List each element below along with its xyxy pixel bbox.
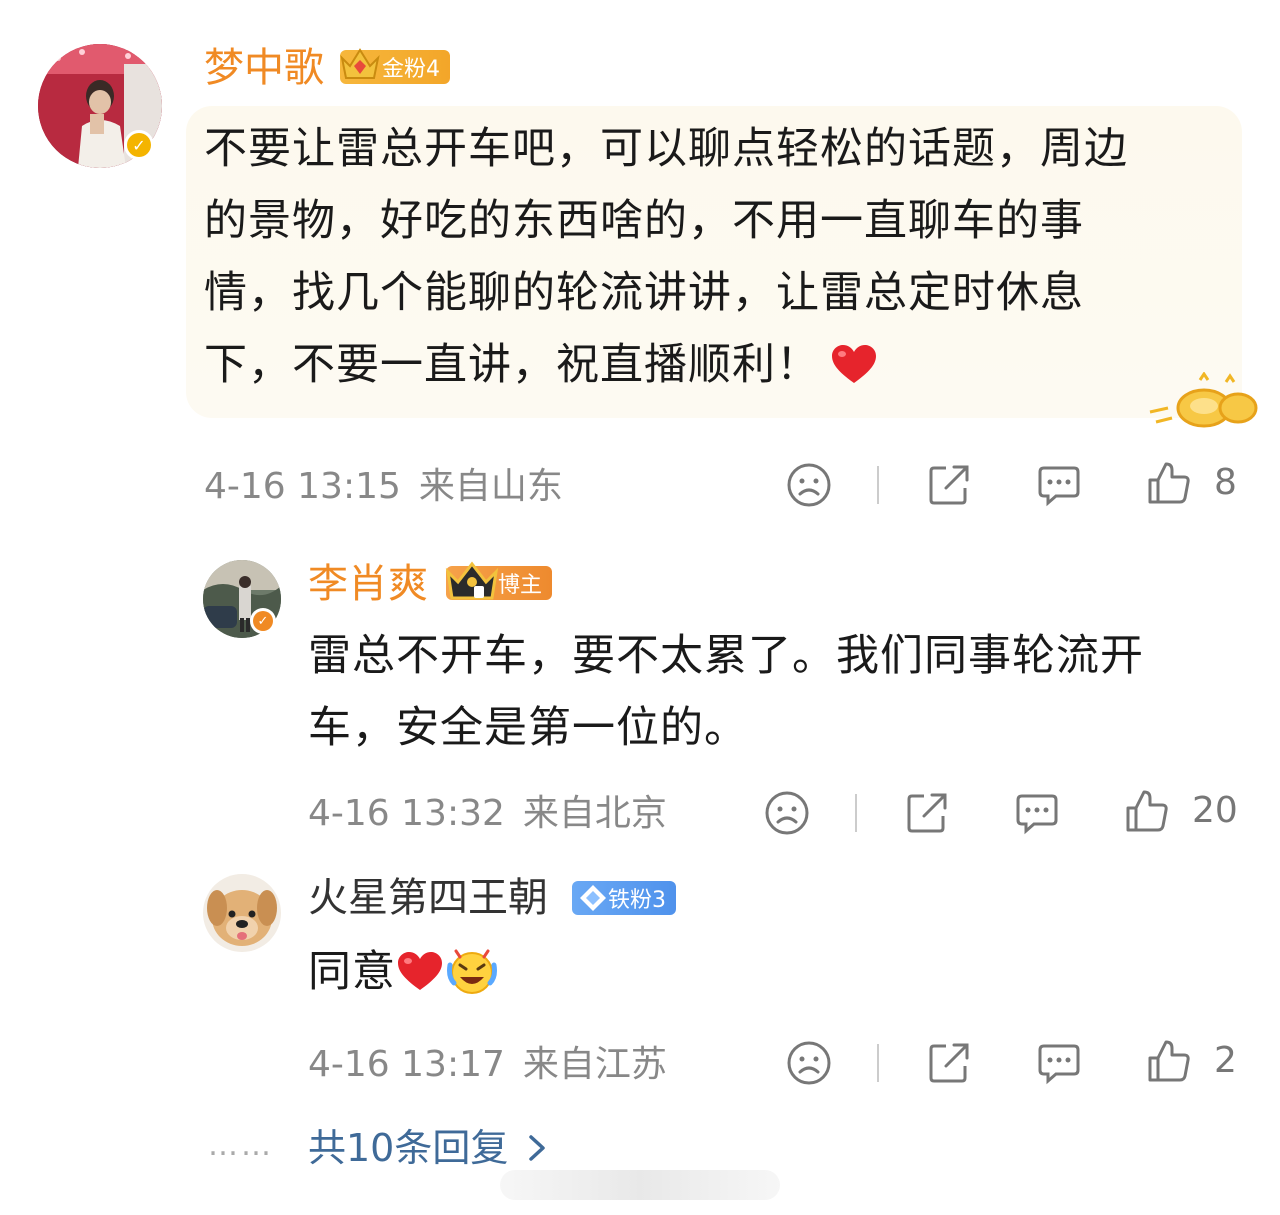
- sad-face-icon: [765, 791, 809, 835]
- divider: [877, 1044, 879, 1082]
- reply-location: 来自江苏: [522, 1044, 667, 1085]
- dislike-button[interactable]: [762, 788, 812, 838]
- share-icon: [929, 465, 969, 505]
- like-count: 8: [1214, 462, 1237, 503]
- divider: [877, 466, 879, 504]
- verified-badge-icon: ✓: [250, 608, 276, 634]
- watermark: [500, 1170, 780, 1200]
- sad-face-icon: [787, 1041, 831, 1085]
- like-count: 2: [1214, 1040, 1237, 1081]
- share-button[interactable]: [902, 788, 952, 838]
- host-badge-label: 博主: [498, 573, 543, 598]
- crown-diamond-icon: [340, 48, 380, 79]
- reply-button[interactable]: [1034, 1038, 1084, 1088]
- thumbs-up-icon: [1148, 462, 1190, 504]
- sad-face-icon: [787, 463, 831, 507]
- like-button[interactable]: 8: [1146, 460, 1237, 506]
- host-badge: 博主: [445, 561, 553, 600]
- dots-leader: ……: [208, 1128, 274, 1163]
- fan-badge-label: 金粉4: [382, 57, 440, 82]
- avatar-photo: [203, 874, 281, 952]
- share-icon: [907, 793, 947, 833]
- reply-button[interactable]: [1034, 460, 1084, 510]
- reply-meta: 4-16 13:32 来自北京: [308, 792, 667, 836]
- reply-text: 同意: [308, 936, 498, 1008]
- comment-time: 4-16 13:15: [204, 466, 401, 507]
- reply-location: 来自北京: [522, 793, 667, 834]
- comment-line: 下，不要一直讲，祝直播顺利！: [204, 340, 820, 390]
- thumbs-up-icon: [1126, 790, 1168, 832]
- fan-badge-label: 铁粉3: [608, 888, 666, 913]
- comment-icon: [1016, 794, 1058, 835]
- laugh-cry-emoji-icon: [447, 949, 497, 994]
- comment-author-name[interactable]: 梦中歌: [204, 44, 324, 92]
- crown-icon: [445, 561, 499, 600]
- fan-badge: 金粉4: [340, 48, 450, 84]
- avatar[interactable]: [203, 874, 281, 952]
- comment-line: 的景物，好吃的东西啥的，不用一直聊车的事: [204, 196, 1084, 246]
- comment-icon: [1038, 1044, 1080, 1085]
- like-button[interactable]: 2: [1146, 1038, 1237, 1084]
- reply-meta: 4-16 13:17 来自江苏: [308, 1043, 667, 1087]
- reply-author-name[interactable]: 李肖爽: [308, 560, 428, 608]
- divider: [855, 794, 857, 832]
- comment-line: 不要让雷总开车吧，可以聊点轻松的话题，周边: [204, 124, 1128, 174]
- more-replies-link[interactable]: 共10条回复: [308, 1124, 548, 1172]
- share-button[interactable]: [924, 1038, 974, 1088]
- reply-line: 同意: [308, 947, 396, 997]
- chevron-right-icon: [529, 1135, 546, 1161]
- share-icon: [929, 1043, 969, 1083]
- like-button[interactable]: 20: [1124, 788, 1238, 834]
- verified-badge-icon: ✓: [124, 130, 154, 160]
- heart-emoji-icon: [832, 345, 876, 383]
- comment-text: 不要让雷总开车吧，可以聊点轻松的话题，周边 的景物，好吃的东西啥的，不用一直聊车…: [204, 113, 1244, 401]
- comment-meta: 4-16 13:15 来自山东: [204, 465, 563, 509]
- thumbs-up-icon: [1148, 1040, 1190, 1082]
- reply-author-name[interactable]: 火星第四王朝: [308, 874, 548, 922]
- comment-location: 来自山东: [418, 466, 563, 507]
- reply-button[interactable]: [1012, 788, 1062, 838]
- dislike-button[interactable]: [784, 460, 834, 510]
- share-button[interactable]: [924, 460, 974, 510]
- comment-icon: [1038, 466, 1080, 507]
- heart-emoji-icon: [398, 952, 442, 990]
- fan-badge: 铁粉3: [572, 881, 676, 915]
- diamond-icon: [580, 885, 606, 911]
- reply-line: 雷总不开车，要不太累了。我们同事轮流开: [308, 631, 1144, 681]
- more-replies-label: 共10条回复: [308, 1126, 509, 1170]
- reply-text: 雷总不开车，要不太累了。我们同事轮流开 车，安全是第一位的。: [308, 620, 1248, 764]
- dislike-button[interactable]: [784, 1038, 834, 1088]
- reply-time: 4-16 13:17: [308, 1044, 505, 1085]
- comment-line: 情，找几个能聊的轮流讲讲，让雷总定时休息: [204, 268, 1084, 318]
- reply-time: 4-16 13:32: [308, 793, 505, 834]
- reply-line: 车，安全是第一位的。: [308, 703, 748, 753]
- like-count: 20: [1192, 790, 1238, 831]
